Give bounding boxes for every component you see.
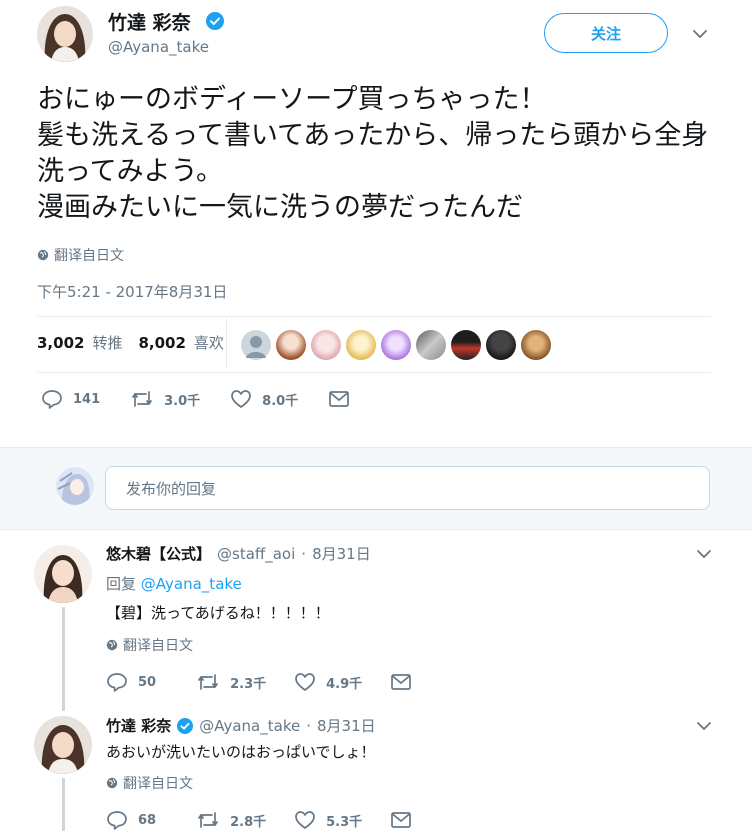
reply-icon — [42, 390, 62, 409]
author-avatar[interactable] — [37, 6, 93, 62]
reply-text: あおいが洗いたいのはおっぱいでしょ！ — [106, 743, 376, 761]
retweet-button[interactable]: 2.8千 — [196, 810, 272, 830]
like-count: 8.0千 — [262, 393, 299, 409]
retweet-button[interactable]: 2.3千 — [196, 672, 272, 692]
chevron-down-icon[interactable] — [692, 26, 708, 42]
tweet-stats: 3,002 转推 8,002 喜欢 — [37, 332, 224, 353]
retweet-count[interactable]: 3,002 — [37, 334, 84, 352]
replying-to: 回复 @Ayana_take — [106, 573, 242, 594]
retweet-icon — [198, 812, 218, 828]
tweet-text-line: おにゅーのボディーソープ買っちゃった！ — [37, 84, 547, 115]
author-handle[interactable]: @Ayana_take — [108, 38, 209, 56]
reply-count: 50 — [138, 674, 157, 690]
tweet-text-line: 髪も洗えるって書いてあったから、帰ったら頭から全身 — [37, 120, 709, 151]
reply-author-name[interactable]: 竹達 彩奈 — [106, 715, 171, 736]
author-name[interactable]: 竹達 彩奈 — [108, 8, 191, 35]
direct-message-button[interactable] — [390, 811, 412, 829]
separator-dot: · — [306, 716, 311, 735]
reply-input[interactable]: 发布你的回复 — [105, 466, 710, 510]
liker-avatar[interactable] — [276, 330, 306, 360]
envelope-icon — [329, 391, 350, 407]
reply-button[interactable]: 50 — [106, 672, 174, 692]
heart-icon — [295, 673, 315, 691]
envelope-icon — [391, 674, 412, 690]
tweet-actions: 141 3.0千 8.0千 — [41, 389, 380, 409]
liker-avatar[interactable] — [486, 330, 516, 360]
liker-avatar[interactable] — [416, 330, 446, 360]
retweet-count: 3.0千 — [164, 393, 201, 409]
heart-icon — [295, 811, 315, 829]
envelope-icon — [391, 812, 412, 828]
chevron-down-icon[interactable] — [696, 718, 712, 734]
retweet-icon — [132, 391, 152, 407]
follow-button[interactable]: 关注 — [544, 13, 668, 53]
reply-header: 悠木碧【公式】 @staff_aoi · 8月31日 — [106, 543, 371, 564]
translate-link[interactable]: 翻译自日文 — [37, 245, 124, 265]
direct-message-button[interactable] — [390, 673, 412, 691]
like-label[interactable]: 喜欢 — [194, 332, 224, 353]
translate-label[interactable]: 翻译自日文 — [54, 245, 124, 265]
reply-header: 竹達 彩奈 @Ayana_take · 8月31日 — [106, 715, 376, 736]
like-count[interactable]: 8,002 — [138, 334, 185, 352]
like-count: 5.3千 — [326, 814, 363, 830]
verified-badge-icon — [206, 12, 224, 30]
reply-actions: 68 2.8千 5.3千 — [106, 810, 434, 830]
liker-avatar[interactable] — [311, 330, 341, 360]
like-count: 4.9千 — [326, 676, 363, 692]
reply-icon — [107, 811, 127, 830]
liker-avatars — [241, 330, 551, 360]
translate-label[interactable]: 翻译自日文 — [123, 635, 193, 655]
direct-message-button[interactable] — [328, 390, 350, 408]
reply-author-handle[interactable]: @Ayana_take — [199, 717, 300, 735]
retweet-count: 2.3千 — [230, 676, 267, 692]
globe-icon — [106, 777, 118, 789]
separator-dot: · — [301, 544, 307, 563]
like-button[interactable]: 8.0千 — [230, 389, 298, 409]
reply-count: 141 — [73, 391, 101, 407]
liker-avatar[interactable] — [451, 330, 481, 360]
verified-badge-icon — [177, 717, 194, 734]
liker-avatar[interactable] — [241, 330, 271, 360]
globe-icon — [106, 639, 118, 651]
reply-date[interactable]: 8月31日 — [312, 543, 371, 564]
heart-icon — [231, 390, 252, 408]
replying-to-label: 回复 — [106, 575, 137, 593]
liker-avatar[interactable] — [521, 330, 551, 360]
tweet-timestamp[interactable]: 下午5:21 - 2017年8月31日 — [37, 281, 227, 302]
divider — [37, 316, 711, 317]
stats-separator — [226, 318, 227, 368]
globe-icon — [37, 249, 49, 261]
reply-actions: 50 2.3千 4.9千 — [106, 672, 434, 692]
reply-button[interactable]: 141 — [41, 389, 100, 409]
divider — [37, 372, 711, 373]
translate-link[interactable]: 翻译自日文 — [106, 635, 193, 655]
reply-date[interactable]: 8月31日 — [317, 715, 376, 736]
reply-author-name[interactable]: 悠木碧【公式】 — [106, 543, 211, 564]
translate-label[interactable]: 翻译自日文 — [123, 773, 193, 793]
thread-line — [62, 607, 65, 711]
liker-avatar[interactable] — [381, 330, 411, 360]
reply-button[interactable]: 68 — [106, 810, 174, 830]
tweet-text-line: 漫画みたいに一気に洗うの夢だったんだ — [37, 192, 523, 223]
reply-author-avatar[interactable] — [34, 545, 92, 603]
retweet-button[interactable]: 3.0千 — [130, 389, 200, 409]
like-button[interactable]: 5.3千 — [294, 810, 368, 830]
chevron-down-icon[interactable] — [696, 546, 712, 562]
reply-count: 68 — [138, 812, 157, 828]
translate-link[interactable]: 翻译自日文 — [106, 773, 193, 793]
retweet-icon — [198, 674, 218, 690]
replying-to-handle[interactable]: @Ayana_take — [141, 575, 242, 593]
reply-author-handle[interactable]: @staff_aoi — [217, 545, 295, 563]
tweet-text-line: 洗ってみよう。 — [37, 156, 224, 187]
retweet-count: 2.8千 — [230, 814, 267, 830]
tweet-text: おにゅーのボディーソープ買っちゃった！ 髪も洗えるって書いてあったから、帰ったら… — [37, 82, 717, 226]
reply-author-avatar[interactable] — [34, 716, 92, 774]
reply-icon — [107, 673, 127, 692]
liker-avatar[interactable] — [346, 330, 376, 360]
retweet-label[interactable]: 转推 — [92, 332, 122, 353]
current-user-avatar — [56, 467, 94, 505]
thread-line — [62, 778, 65, 831]
reply-text: 【碧】洗ってあげるね！！！！！ — [106, 604, 330, 622]
like-button[interactable]: 4.9千 — [294, 672, 368, 692]
